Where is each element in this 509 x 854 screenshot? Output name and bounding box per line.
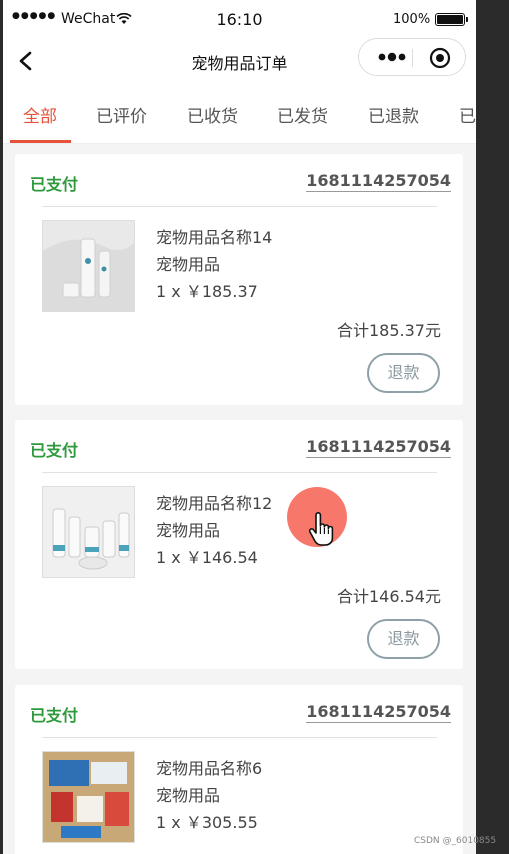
tab-shipped[interactable]: 已发货 (277, 102, 328, 127)
refund-button[interactable]: 退款 (367, 619, 440, 659)
tab-received[interactable]: 已收货 (187, 102, 238, 127)
battery-icon (435, 13, 468, 26)
tab-more[interactable]: 已 (459, 102, 476, 127)
refund-button[interactable]: 退款 (367, 353, 440, 393)
battery-percent: 100% (393, 12, 431, 27)
active-tab-indicator (10, 140, 71, 143)
product-category: 宠物用品 (156, 255, 221, 274)
tab-all[interactable]: 全部 (23, 102, 57, 127)
tab-refunded[interactable]: 已退款 (368, 102, 419, 127)
status-bar: ●●●●● WeChat 16:10 100% (3, 0, 476, 38)
order-tabs: 全部 已评价 已收货 已发货 已退款 已 (3, 84, 476, 144)
tab-reviewed[interactable]: 已评价 (96, 102, 147, 127)
divider (42, 737, 437, 738)
product-name[interactable]: 宠物用品名称14 (156, 224, 272, 248)
divider (42, 206, 437, 207)
quantity-price: 1 x ￥185.37 (156, 282, 258, 301)
product-thumbnail[interactable] (42, 220, 135, 312)
capsule-divider (412, 49, 413, 67)
product-name[interactable]: 宠物用品名称6 (156, 755, 262, 779)
product-category: 宠物用品 (156, 521, 221, 540)
product-thumbnail[interactable] (42, 751, 135, 843)
order-number[interactable]: 1681114257054 (306, 437, 451, 458)
phone-screen: ●●●●● WeChat 16:10 100% 宠物用品订单 全部 已评价 已收… (3, 0, 476, 854)
order-number[interactable]: 1681114257054 (306, 171, 451, 192)
more-dots-icon[interactable] (377, 47, 407, 67)
order-number[interactable]: 1681114257054 (306, 702, 451, 723)
product-category: 宠物用品 (156, 786, 221, 805)
order-status: 已支付 (30, 175, 79, 194)
order-status: 已支付 (30, 706, 79, 725)
order-card[interactable]: 已支付 1681114257054 宠物用品名称12 宠物用品 1 x ￥146… (15, 420, 463, 669)
watermark: CSDN @_6010855 (414, 836, 497, 846)
divider (42, 472, 437, 473)
product-thumbnail[interactable] (42, 486, 135, 578)
order-status: 已支付 (30, 441, 79, 460)
hand-pointer-icon (308, 512, 334, 546)
mini-program-capsule (358, 38, 466, 76)
order-card[interactable]: 已支付 1681114257054 宠物用品名称14 宠物用品 1 x ￥185… (15, 154, 463, 405)
order-total: 合计185.37元 (337, 321, 441, 340)
product-name[interactable]: 宠物用品名称12 (156, 490, 272, 514)
close-target-icon[interactable] (429, 47, 451, 69)
order-total: 合计146.54元 (337, 587, 441, 606)
order-card[interactable]: 已支付 1681114257054 宠物用品名称6 宠物用品 1 x ￥305.… (15, 685, 463, 854)
quantity-price: 1 x ￥146.54 (156, 548, 258, 567)
quantity-price: 1 x ￥305.55 (156, 813, 258, 832)
